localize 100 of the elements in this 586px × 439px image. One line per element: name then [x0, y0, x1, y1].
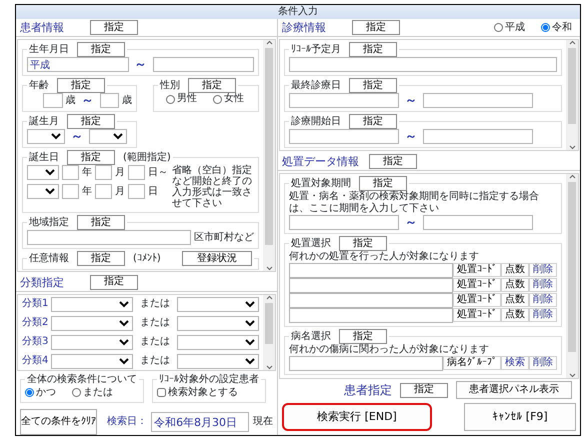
text-field[interactable] [289, 93, 399, 108]
text-field[interactable] [423, 93, 533, 108]
specify-button[interactable]: 指定 [77, 251, 125, 266]
group-button[interactable]: 病名ｸﾞﾙｰﾌﾟ [443, 356, 501, 370]
era-option[interactable]: 平成 [494, 22, 525, 34]
radio-button[interactable] [25, 388, 34, 397]
group-label: 地域指定 [29, 216, 69, 230]
text-field[interactable] [152, 57, 254, 72]
text-field[interactable] [62, 165, 79, 180]
search-button[interactable]: 検索 [501, 356, 529, 370]
scroll-up-icon[interactable] [568, 174, 576, 180]
code-button[interactable]: 処置ｺｰﾄﾞ [453, 293, 501, 307]
radio-button[interactable] [213, 94, 222, 104]
scrollbar[interactable] [263, 294, 275, 370]
dropdown[interactable] [27, 165, 59, 180]
text-field[interactable] [289, 278, 453, 293]
condition-option[interactable]: かつ [25, 386, 56, 398]
checkbox-option[interactable]: 検索対象とする [157, 386, 238, 398]
text-field[interactable] [128, 184, 145, 199]
panel-button[interactable]: 患者選択パネル表示 [456, 381, 572, 399]
cancel-button[interactable]: ｷｬﾝｾﾙ [F9] [464, 403, 576, 431]
group-label: ﾘｺｰﾙ対象外の設定患者 [159, 372, 259, 386]
text-field[interactable] [62, 184, 79, 199]
code-button[interactable]: 処置ｺｰﾄﾞ [453, 278, 501, 292]
specify-button[interactable]: 指定 [67, 150, 115, 165]
specify-button[interactable]: 指定 [339, 329, 387, 344]
status-button[interactable]: 登録状況 [182, 251, 252, 266]
scrollbar[interactable] [263, 40, 275, 271]
code-button[interactable]: 処置ｺｰﾄﾞ [453, 308, 501, 322]
delete-button[interactable]: 削除 [529, 278, 557, 292]
scroll-up-icon[interactable] [568, 40, 576, 46]
specify-button[interactable]: 指定 [400, 382, 448, 398]
specify-button[interactable]: 指定 [90, 20, 138, 35]
group-label: 生年月日 [29, 42, 69, 56]
unit-label: 月 [115, 186, 125, 198]
text-field[interactable] [289, 129, 399, 144]
era-option[interactable]: 令和 [541, 22, 572, 34]
sex-option[interactable]: 女性 [213, 93, 244, 105]
delete-button[interactable]: 削除 [529, 263, 557, 277]
text-field[interactable] [423, 129, 533, 144]
text-field[interactable] [289, 57, 557, 72]
text-field[interactable] [423, 215, 533, 230]
specify-button[interactable]: 指定 [188, 78, 236, 93]
specify-button[interactable]: 指定 [339, 236, 387, 251]
specify-button[interactable]: 指定 [349, 78, 397, 93]
scroll-down-icon[interactable] [266, 264, 272, 271]
radio-button[interactable] [541, 23, 550, 32]
specify-button[interactable]: 指定 [349, 42, 397, 57]
scrollbar[interactable] [566, 40, 578, 150]
search-button[interactable]: 検索実行 [END] [282, 403, 432, 431]
radio-button[interactable] [166, 94, 175, 104]
text-field[interactable] [289, 293, 453, 308]
radio-button[interactable] [72, 388, 81, 397]
scroll-down-icon[interactable] [568, 372, 576, 378]
code-button[interactable]: 処置ｺｰﾄﾞ [453, 263, 501, 277]
specify-button[interactable]: 指定 [57, 78, 105, 93]
specify-button[interactable]: 指定 [77, 215, 125, 230]
text-field[interactable] [289, 263, 453, 278]
specify-button[interactable]: 指定 [349, 114, 397, 129]
specify-button[interactable]: 指定 [90, 274, 138, 290]
scroll-down-icon[interactable] [266, 364, 272, 370]
delete-button[interactable]: 削除 [529, 293, 557, 307]
scroll-up-icon[interactable] [266, 40, 272, 46]
points-button[interactable]: 点数 [501, 293, 529, 307]
dropdown[interactable] [27, 184, 59, 199]
points-button[interactable]: 点数 [501, 278, 529, 292]
specify-button[interactable]: 指定 [369, 154, 417, 169]
specify-button[interactable]: 指定 [77, 42, 125, 57]
text-field[interactable] [27, 230, 191, 245]
text-field[interactable] [128, 165, 145, 180]
scrollbar[interactable] [566, 174, 578, 378]
unit-label: 年 [82, 166, 92, 178]
era-field[interactable]: 平成 [27, 57, 128, 72]
dropdown[interactable] [27, 129, 65, 144]
checkbox[interactable] [157, 388, 166, 397]
scroll-down-icon[interactable] [568, 144, 576, 150]
condition-option[interactable]: または [72, 386, 113, 398]
text-field[interactable] [289, 356, 443, 371]
radio-button[interactable] [494, 23, 503, 32]
specify-button[interactable]: 指定 [67, 114, 115, 129]
range-tilde: ～ [134, 57, 148, 72]
points-button[interactable]: 点数 [501, 263, 529, 277]
scroll-up-icon[interactable] [266, 294, 272, 301]
clear-button[interactable]: 全ての条件をｸﾘｱ [20, 409, 98, 435]
text-field[interactable] [95, 184, 112, 199]
text-field[interactable] [289, 308, 453, 323]
dropdown[interactable] [89, 129, 127, 144]
group-label: 誕生月 [29, 114, 59, 128]
text-field[interactable] [95, 165, 112, 180]
delete-button[interactable]: 削除 [529, 356, 557, 370]
specify-button[interactable]: 指定 [359, 176, 407, 191]
date-field[interactable]: 令和6年8月30日 [151, 412, 249, 432]
text-field[interactable] [100, 93, 119, 108]
sex-option[interactable]: 男性 [166, 93, 197, 105]
text-field[interactable] [289, 215, 399, 230]
delete-button[interactable]: 削除 [529, 308, 557, 322]
points-button[interactable]: 点数 [501, 308, 529, 322]
unit-label: 歳 [66, 94, 76, 106]
specify-button[interactable]: 指定 [352, 20, 400, 35]
text-field[interactable] [43, 93, 62, 108]
